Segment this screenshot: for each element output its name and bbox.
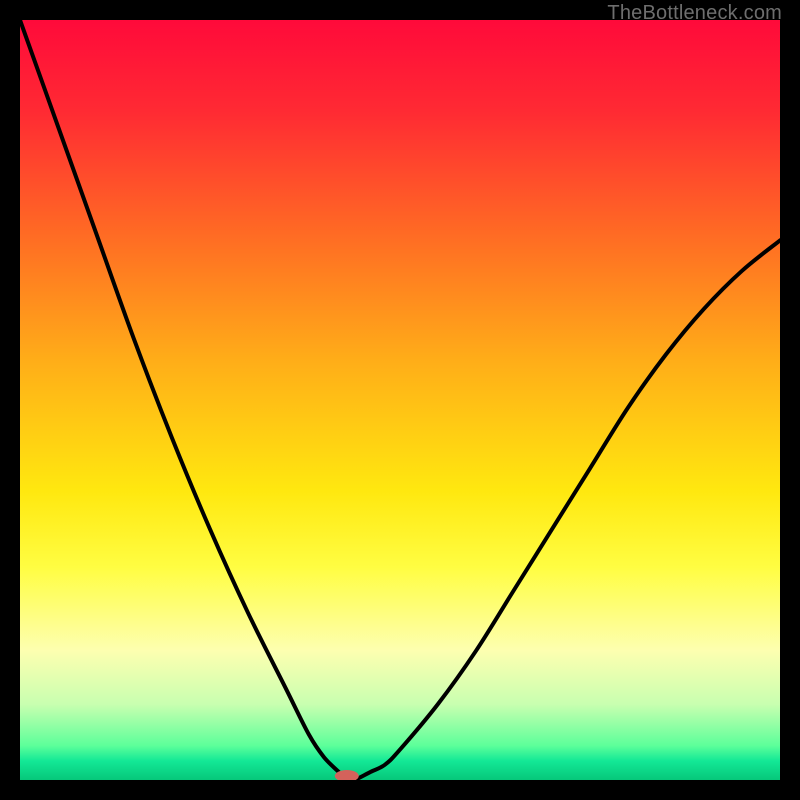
plot-area xyxy=(20,20,780,780)
chart-frame: TheBottleneck.com xyxy=(0,0,800,800)
gradient-background xyxy=(20,20,780,780)
bottleneck-chart xyxy=(20,20,780,780)
